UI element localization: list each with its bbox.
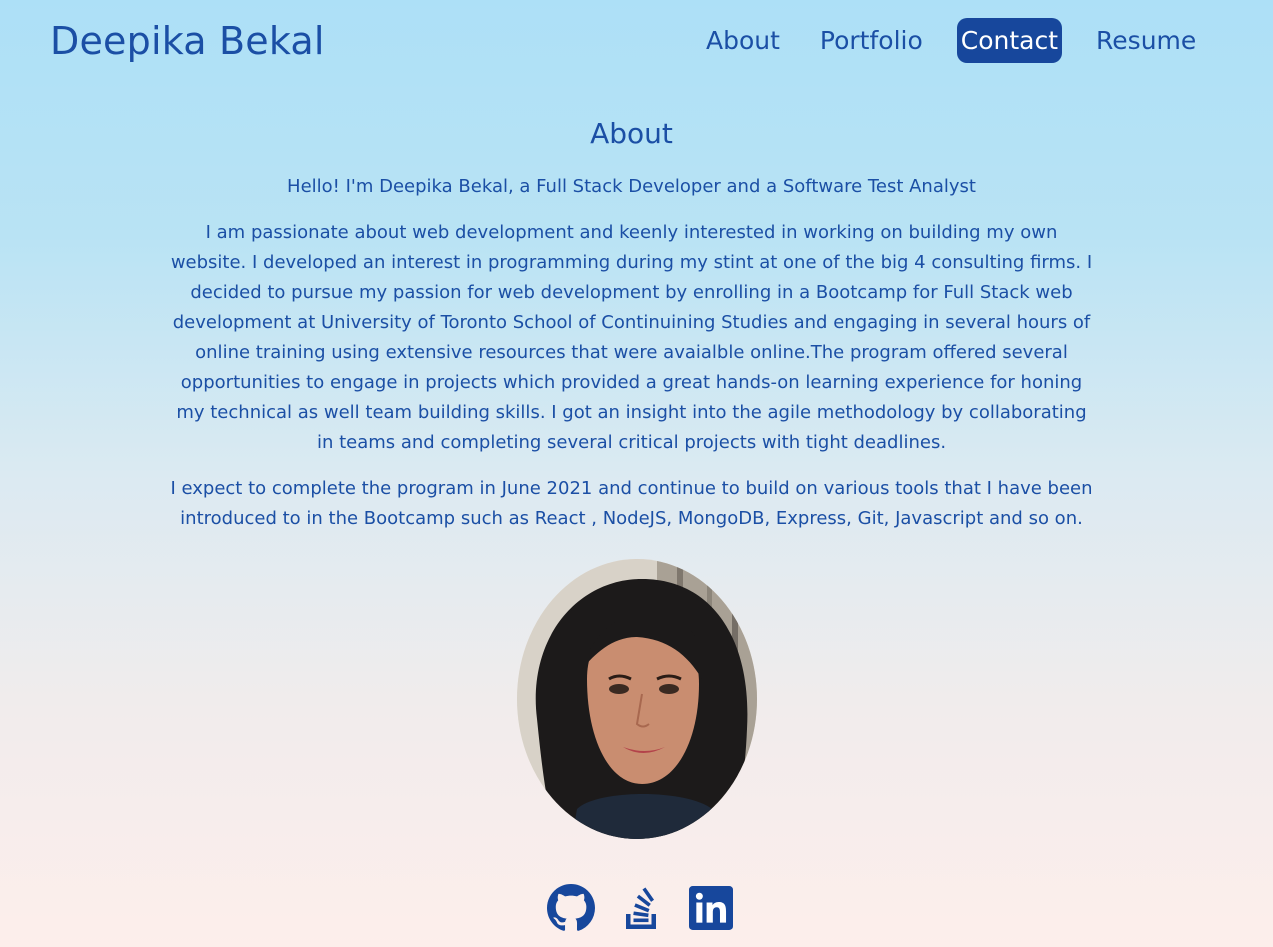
about-paragraph-1: I am passionate about web development an… <box>170 222 1093 453</box>
about-paragraph-2: I expect to complete the program in June… <box>170 478 1093 529</box>
nav-portfolio[interactable]: Portfolio <box>814 18 929 63</box>
nav-contact[interactable]: Contact <box>956 18 1063 63</box>
stackoverflow-icon <box>626 887 656 929</box>
main-nav: About Portfolio Contact Resume <box>700 18 1230 63</box>
nav-resume[interactable]: Resume <box>1090 18 1202 63</box>
linkedin-link[interactable] <box>687 884 735 932</box>
profile-photo <box>517 559 757 839</box>
social-links <box>547 884 757 932</box>
github-icon <box>547 884 595 931</box>
page-title: About <box>590 117 673 150</box>
header: Deepika Bekal About Portfolio Contact Re… <box>0 0 1273 84</box>
github-link[interactable] <box>547 884 595 932</box>
stackoverflow-link[interactable] <box>617 884 665 932</box>
profile-portrait <box>517 559 757 839</box>
nav-about[interactable]: About <box>700 18 786 63</box>
intro-text: Hello! I'm Deepika Bekal, a Full Stack D… <box>287 176 976 197</box>
linkedin-icon <box>689 886 733 930</box>
site-brand[interactable]: Deepika Bekal <box>50 16 325 66</box>
